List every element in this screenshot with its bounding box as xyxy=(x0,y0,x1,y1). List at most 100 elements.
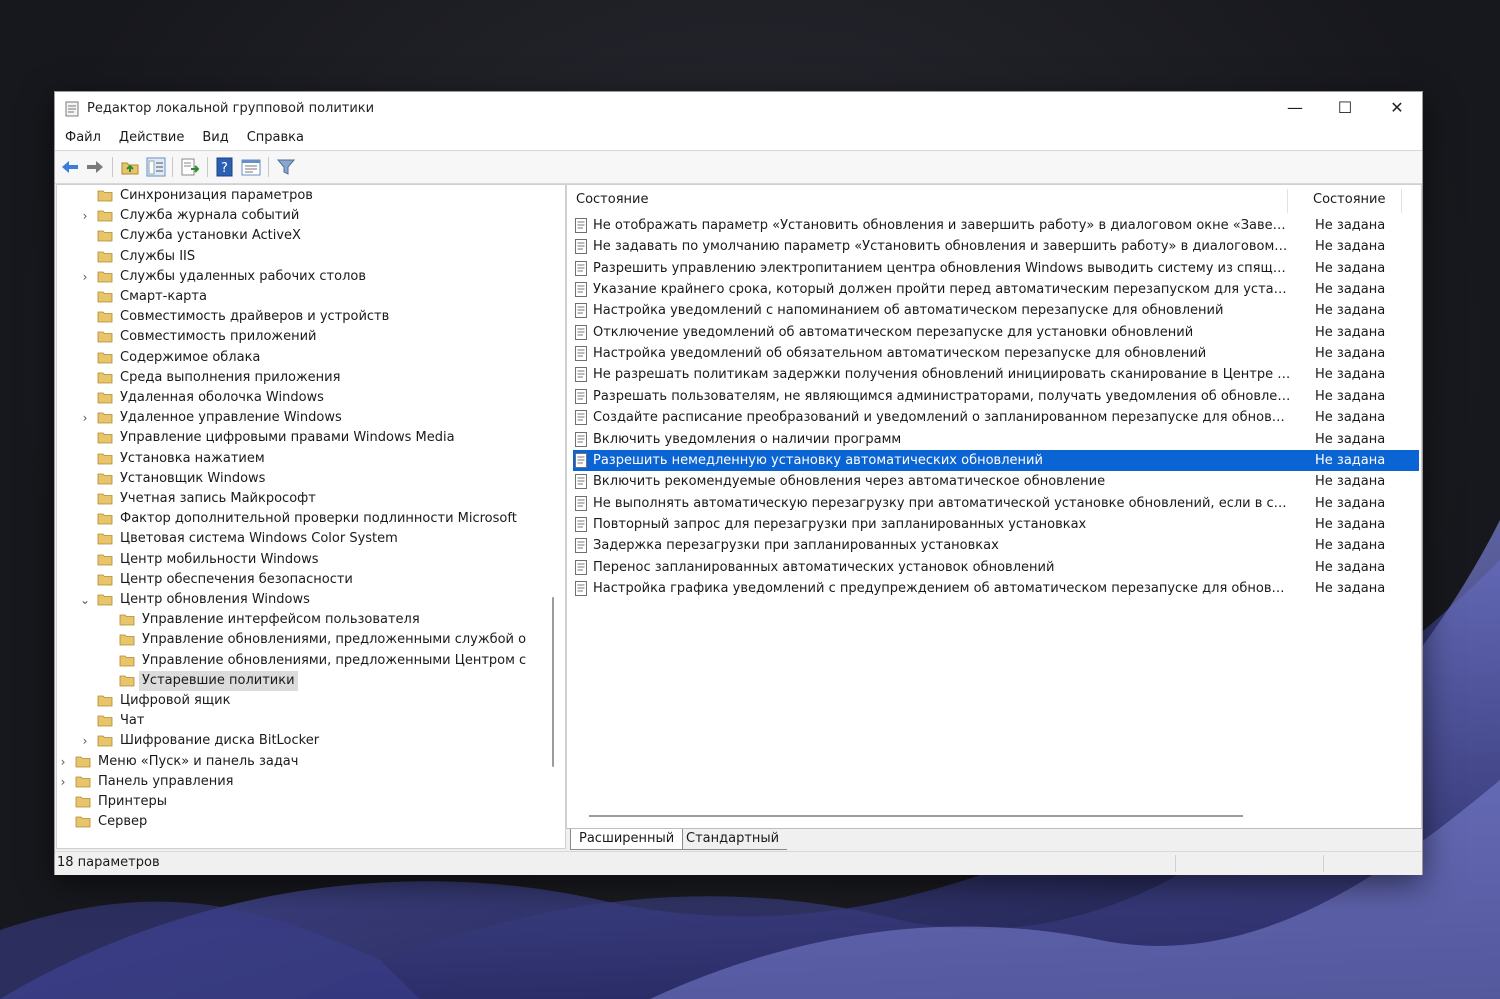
policy-row[interactable]: Включить рекомендуемые обновления через … xyxy=(573,471,1419,492)
folder-icon xyxy=(97,533,113,545)
expander-chevron-icon[interactable] xyxy=(79,226,91,246)
policy-row[interactable]: Не отображать параметр «Установить обнов… xyxy=(573,215,1419,236)
expander-chevron-icon[interactable] xyxy=(79,449,91,469)
policy-setting-icon xyxy=(575,474,587,490)
policy-setting-icon xyxy=(575,410,587,426)
tree-item-label: Удаленное управление Windows xyxy=(120,410,342,426)
policy-name: Создайте расписание преобразований и уве… xyxy=(593,410,1291,426)
expander-chevron-icon[interactable] xyxy=(79,186,91,206)
expander-chevron-icon[interactable]: › xyxy=(79,267,91,287)
policy-row[interactable]: Включить уведомления о наличии программ Н… xyxy=(573,429,1419,450)
folder-icon xyxy=(97,432,113,444)
tree-item-label: Принтеры xyxy=(98,794,168,809)
folder-icon xyxy=(75,776,91,788)
policy-row[interactable]: Перенос запланированных автоматических у… xyxy=(573,557,1419,578)
expander-chevron-icon[interactable] xyxy=(57,812,69,832)
policy-row[interactable]: Не задавать по умолчанию параметр «Устан… xyxy=(573,236,1419,257)
folder-icon xyxy=(75,816,91,828)
menu-view[interactable]: Вид xyxy=(192,126,236,150)
tree-item-label: Совместимость драйверов и устройств xyxy=(120,309,390,325)
tree-item-label: Установка нажатием xyxy=(120,450,265,466)
policy-row[interactable]: Настройка графика уведомлений с предупре… xyxy=(573,578,1419,599)
tree-item-label: Панель управления xyxy=(98,773,234,789)
export-list-icon[interactable] xyxy=(179,156,201,178)
folder-icon xyxy=(97,473,113,485)
expander-chevron-icon[interactable] xyxy=(79,570,91,590)
tab-extended[interactable]: Расширенный xyxy=(570,829,684,850)
policy-setting-icon xyxy=(575,516,587,532)
policy-row[interactable]: Не разрешать политикам задержки получени… xyxy=(573,364,1419,385)
column-header-name[interactable]: Состояние xyxy=(576,185,648,215)
toolbar-separator xyxy=(207,157,208,177)
expander-chevron-icon[interactable] xyxy=(79,529,91,549)
expander-chevron-icon[interactable] xyxy=(79,711,91,731)
policy-row[interactable]: Разрешать пользователям, не являющимся а… xyxy=(573,386,1419,407)
expander-chevron-icon[interactable] xyxy=(79,348,91,368)
expander-chevron-icon[interactable] xyxy=(101,630,113,650)
expander-chevron-icon[interactable]: › xyxy=(79,206,91,226)
policy-state: Не задана xyxy=(1315,303,1386,319)
expander-chevron-icon[interactable] xyxy=(79,307,91,327)
menu-action[interactable]: Действие xyxy=(109,126,192,150)
menu-help[interactable]: Справка xyxy=(237,126,312,150)
menu-file[interactable]: Файл xyxy=(55,126,109,150)
tree-pane: Синхронизация параметров › Служба журнала … xyxy=(56,184,566,849)
show-hide-tree-icon[interactable] xyxy=(145,156,167,178)
close-button[interactable]: ✕ xyxy=(1372,92,1422,126)
expander-chevron-icon[interactable] xyxy=(79,428,91,448)
list-horizontal-scrollbar[interactable] xyxy=(589,815,1243,817)
expander-chevron-icon[interactable] xyxy=(79,691,91,711)
policy-row[interactable]: Настройка уведомлений об обязательном ав… xyxy=(573,343,1419,364)
expander-chevron-icon[interactable] xyxy=(79,287,91,307)
policy-row[interactable]: Разрешить немедленную установку автомати… xyxy=(573,449,1419,471)
forward-arrow-icon[interactable] xyxy=(84,156,106,178)
expander-chevron-icon[interactable]: › xyxy=(79,731,91,751)
expander-chevron-icon[interactable] xyxy=(79,489,91,509)
expander-chevron-icon[interactable] xyxy=(79,469,91,489)
expander-chevron-icon[interactable]: › xyxy=(57,752,69,772)
policy-row[interactable]: Задержка перезагрузки при запланированны… xyxy=(573,535,1419,556)
policy-row[interactable]: Не выполнять автоматическую перезагрузку… xyxy=(573,493,1419,514)
expander-chevron-icon[interactable] xyxy=(79,368,91,388)
policy-row[interactable]: Настройка уведомлений с напоминанием об … xyxy=(573,300,1419,321)
policy-setting-icon xyxy=(575,538,587,554)
expander-chevron-icon[interactable] xyxy=(79,509,91,529)
tree-item-label: Удаленная оболочка Windows xyxy=(120,390,324,405)
column-separator[interactable] xyxy=(1287,189,1288,213)
policy-state: Не задана xyxy=(1315,431,1386,447)
properties-icon[interactable] xyxy=(240,156,262,178)
expander-chevron-icon[interactable]: › xyxy=(79,408,91,428)
expander-chevron-icon[interactable]: ⌄ xyxy=(79,590,91,610)
policy-row[interactable]: Указание крайнего срока, который должен … xyxy=(573,279,1419,300)
expander-chevron-icon[interactable] xyxy=(79,550,91,570)
minimize-button[interactable]: — xyxy=(1270,92,1320,126)
expander-chevron-icon[interactable] xyxy=(79,327,91,347)
expander-chevron-icon[interactable]: › xyxy=(57,772,69,792)
policy-row[interactable]: Повторный запрос для перезагрузки при за… xyxy=(573,514,1419,535)
policy-setting-icon xyxy=(575,303,587,319)
column-header-state[interactable]: Состояние xyxy=(1313,185,1385,215)
back-arrow-icon[interactable] xyxy=(59,156,81,178)
policy-name: Не отображать параметр «Установить обнов… xyxy=(593,218,1291,233)
tree-item-label: Чат xyxy=(120,713,145,729)
maximize-button[interactable]: ☐ xyxy=(1320,92,1370,126)
policy-row[interactable]: Создайте расписание преобразований и уве… xyxy=(573,407,1419,428)
expander-chevron-icon[interactable] xyxy=(57,792,69,812)
expander-chevron-icon[interactable] xyxy=(101,610,113,630)
policy-row[interactable]: Разрешить управлению электропитанием цен… xyxy=(573,258,1419,279)
column-separator[interactable] xyxy=(1401,189,1402,213)
expander-chevron-icon[interactable] xyxy=(79,388,91,408)
help-icon[interactable]: ? xyxy=(214,156,236,178)
expander-chevron-icon[interactable] xyxy=(101,651,113,671)
policy-name: Задержка перезагрузки при запланированны… xyxy=(593,538,999,554)
tab-standard[interactable]: Стандартный xyxy=(678,829,788,850)
status-divider xyxy=(1323,855,1324,872)
tree-vertical-scrollbar[interactable] xyxy=(552,597,554,767)
expander-chevron-icon[interactable] xyxy=(101,671,113,691)
policy-row[interactable]: Отключение уведомлений об автоматическом… xyxy=(573,322,1419,343)
filter-icon[interactable] xyxy=(275,156,297,178)
view-tabs: Расширенный Стандартный xyxy=(566,828,1422,851)
expander-chevron-icon[interactable] xyxy=(79,247,91,267)
up-folder-icon[interactable] xyxy=(119,156,141,178)
policy-setting-icon xyxy=(575,431,587,447)
